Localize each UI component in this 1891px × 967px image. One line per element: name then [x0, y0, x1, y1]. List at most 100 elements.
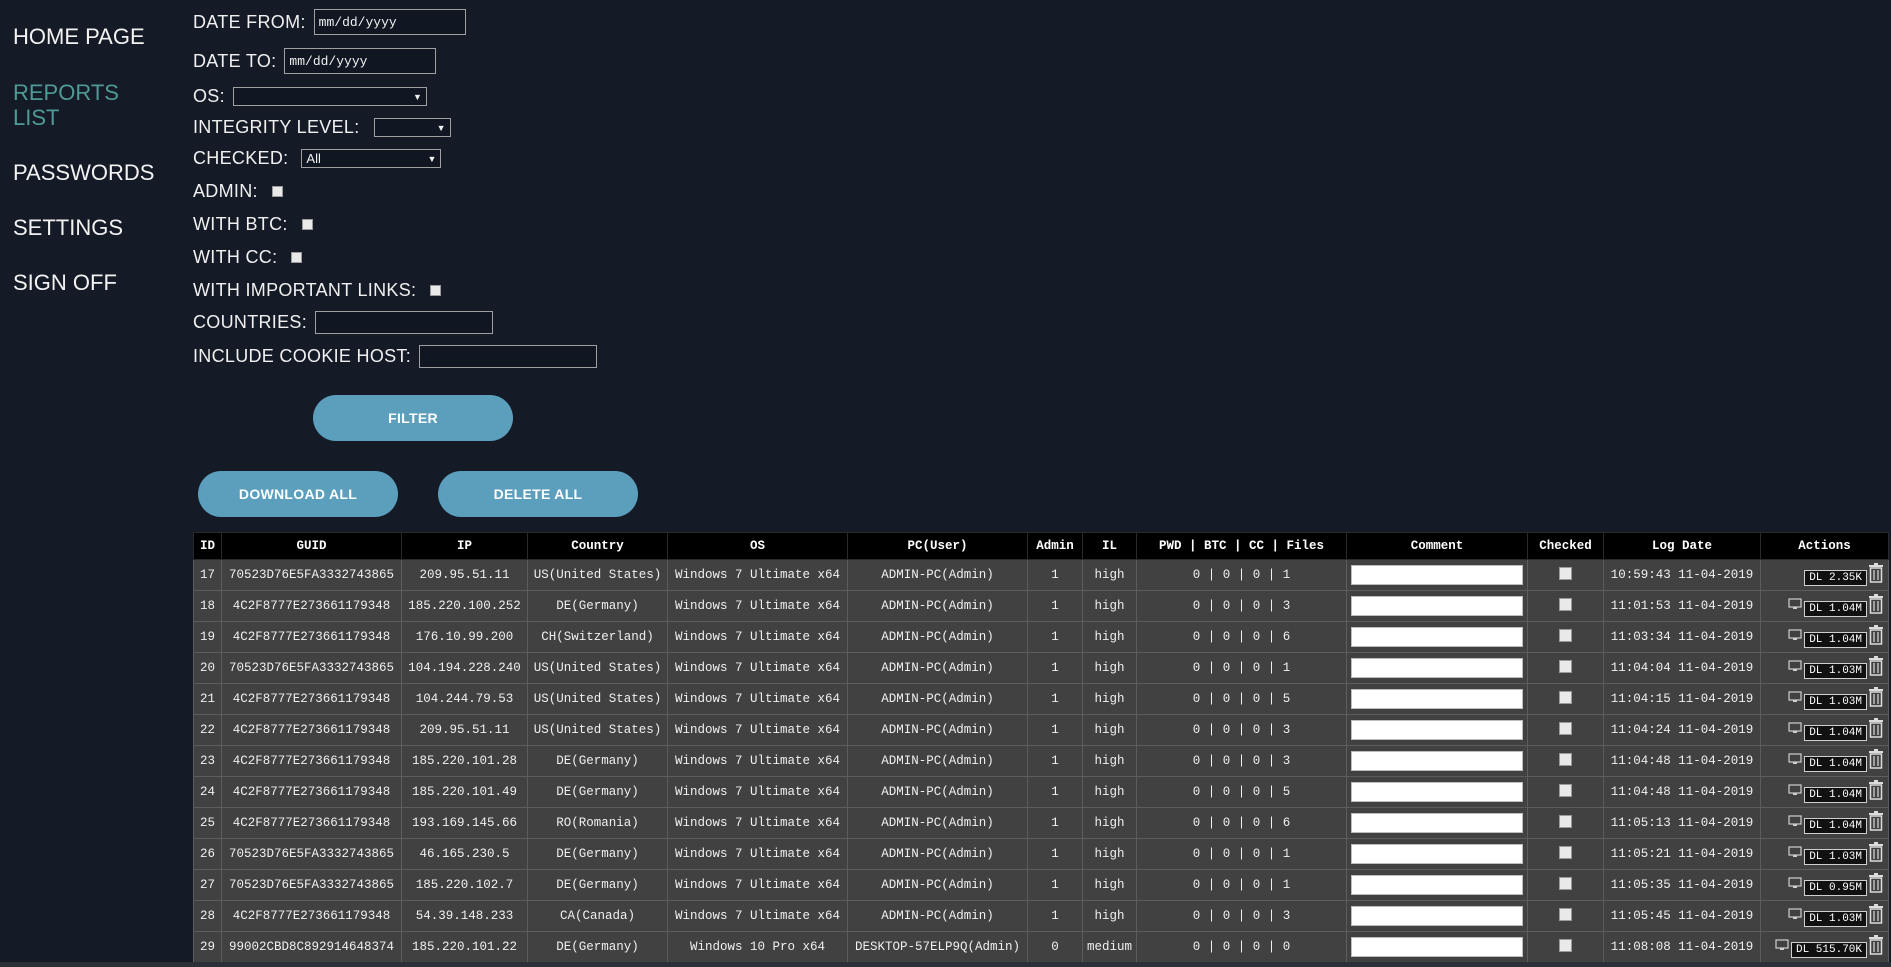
btc-checkbox[interactable]: [301, 219, 313, 230]
trash-icon[interactable]: [1868, 904, 1884, 928]
monitor-icon[interactable]: [1775, 939, 1789, 955]
table-row[interactable]: 21 4C2F8777E273661179348 104.244.79.53 US(U…: [193, 683, 1889, 715]
monitor-icon[interactable]: [1788, 598, 1802, 614]
download-button[interactable]: DL 1.04M: [1804, 725, 1867, 741]
comment-input[interactable]: [1351, 689, 1523, 709]
checked-checkbox[interactable]: [1559, 845, 1572, 859]
monitor-icon[interactable]: [1788, 753, 1802, 769]
column-header-actions[interactable]: Actions: [1760, 532, 1889, 560]
cookie-host-input[interactable]: [419, 345, 598, 368]
date-from-input[interactable]: mm/dd/yyyy: [313, 9, 466, 35]
table-row[interactable]: 27 70523D76E5FA3332743865 185.220.102.7 DE(…: [193, 869, 1889, 901]
comment-input[interactable]: [1351, 720, 1523, 740]
download-button[interactable]: DL 1.04M: [1804, 601, 1867, 617]
monitor-icon[interactable]: [1788, 846, 1802, 862]
column-header-il[interactable]: IL: [1082, 532, 1137, 560]
links-checkbox[interactable]: [430, 285, 442, 296]
table-row[interactable]: 29 99002CBD8C892914648374 185.220.101.22 DE…: [193, 931, 1889, 963]
column-header-ip[interactable]: IP: [401, 532, 528, 560]
trash-icon[interactable]: [1868, 625, 1884, 649]
admin-checkbox[interactable]: [271, 186, 283, 197]
monitor-icon[interactable]: [1788, 722, 1802, 738]
comment-input[interactable]: [1351, 596, 1523, 616]
column-header-id[interactable]: ID: [193, 532, 222, 560]
comment-input[interactable]: [1351, 782, 1523, 802]
table-row[interactable]: 24 4C2F8777E273661179348 185.220.101.49 DE(…: [193, 776, 1889, 808]
download-all-button[interactable]: DOWNLOAD ALL: [198, 471, 398, 517]
download-button[interactable]: DL 1.03M: [1804, 911, 1867, 927]
column-header-admin[interactable]: Admin: [1027, 532, 1083, 560]
trash-icon[interactable]: [1868, 811, 1884, 835]
delete-all-button[interactable]: DELETE ALL: [438, 471, 638, 517]
trash-icon[interactable]: [1868, 842, 1884, 866]
table-row[interactable]: 26 70523D76E5FA3332743865 46.165.230.5 DE(G…: [193, 838, 1889, 870]
monitor-icon[interactable]: [1788, 660, 1802, 676]
comment-input[interactable]: [1351, 875, 1523, 895]
download-button[interactable]: DL 1.03M: [1804, 694, 1867, 710]
monitor-icon[interactable]: [1788, 815, 1802, 831]
checked-checkbox[interactable]: [1559, 659, 1572, 673]
monitor-icon[interactable]: [1788, 877, 1802, 893]
comment-input[interactable]: [1351, 565, 1523, 585]
download-button[interactable]: DL 1.03M: [1804, 849, 1867, 865]
download-button[interactable]: DL 2.35K: [1804, 570, 1867, 586]
comment-input[interactable]: [1351, 813, 1523, 833]
nav-passwords[interactable]: PASSWORDS: [13, 160, 154, 185]
filter-button[interactable]: FILTER: [313, 395, 513, 441]
monitor-icon[interactable]: [1788, 908, 1802, 924]
nav-reports-list[interactable]: REPORTS LIST: [13, 80, 133, 130]
table-row[interactable]: 22 4C2F8777E273661179348 209.95.51.11 US(Un…: [193, 714, 1889, 746]
monitor-icon[interactable]: [1788, 629, 1802, 645]
column-header-os[interactable]: OS: [667, 532, 848, 560]
column-header-pc-user[interactable]: PC(User): [847, 532, 1028, 560]
table-row[interactable]: 18 4C2F8777E273661179348 185.220.100.252 DE…: [193, 590, 1889, 622]
comment-input[interactable]: [1351, 751, 1523, 771]
table-row[interactable]: 28 4C2F8777E273661179348 54.39.148.233 CA(C…: [193, 900, 1889, 932]
trash-icon[interactable]: [1868, 594, 1884, 618]
checked-checkbox[interactable]: [1559, 628, 1572, 642]
cc-checkbox[interactable]: [291, 252, 303, 263]
trash-icon[interactable]: [1868, 687, 1884, 711]
download-button[interactable]: DL 1.03M: [1804, 663, 1867, 679]
checked-checkbox[interactable]: [1559, 783, 1572, 797]
download-button[interactable]: DL 1.04M: [1804, 818, 1867, 834]
download-button[interactable]: DL 0.95M: [1804, 880, 1867, 896]
trash-icon[interactable]: [1868, 935, 1884, 959]
table-row[interactable]: 19 4C2F8777E273661179348 176.10.99.200 CH(S…: [193, 621, 1889, 653]
nav-settings[interactable]: SETTINGS: [13, 215, 123, 240]
checked-checkbox[interactable]: [1559, 814, 1572, 828]
integrity-select[interactable]: ▼: [373, 118, 451, 137]
table-row[interactable]: 20 70523D76E5FA3332743865 104.194.228.240 U…: [193, 652, 1889, 684]
column-header-guid[interactable]: GUID: [221, 532, 402, 560]
column-header-comment[interactable]: Comment: [1346, 532, 1528, 560]
comment-input[interactable]: [1351, 937, 1523, 957]
trash-icon[interactable]: [1868, 656, 1884, 680]
comment-input[interactable]: [1351, 906, 1523, 926]
os-select[interactable]: ▼: [232, 87, 427, 106]
date-to-input[interactable]: mm/dd/yyyy: [284, 48, 437, 74]
column-header-stats[interactable]: PWD | BTC | CC | Files: [1136, 532, 1347, 560]
comment-input[interactable]: [1351, 627, 1523, 647]
download-button[interactable]: DL 515.70K: [1790, 942, 1867, 958]
download-button[interactable]: DL 1.04M: [1804, 632, 1867, 648]
checked-checkbox[interactable]: [1559, 938, 1572, 952]
monitor-icon[interactable]: [1788, 784, 1802, 800]
checked-checkbox[interactable]: [1559, 566, 1572, 580]
checked-checkbox[interactable]: [1559, 721, 1572, 735]
trash-icon[interactable]: [1868, 749, 1884, 773]
checked-checkbox[interactable]: [1559, 690, 1572, 704]
column-header-checked[interactable]: Checked: [1527, 532, 1604, 560]
bottom-scrollbar[interactable]: [0, 962, 1891, 967]
column-header-log-date[interactable]: Log Date: [1603, 532, 1761, 560]
countries-input[interactable]: [315, 311, 494, 334]
trash-icon[interactable]: [1868, 563, 1884, 587]
table-row[interactable]: 25 4C2F8777E273661179348 193.169.145.66 RO(…: [193, 807, 1889, 839]
checked-select[interactable]: All ▼: [301, 149, 442, 168]
checked-checkbox[interactable]: [1559, 907, 1572, 921]
trash-icon[interactable]: [1868, 780, 1884, 804]
comment-input[interactable]: [1351, 658, 1523, 678]
table-row[interactable]: 23 4C2F8777E273661179348 185.220.101.28 DE(…: [193, 745, 1889, 777]
checked-checkbox[interactable]: [1559, 876, 1572, 890]
checked-checkbox[interactable]: [1559, 752, 1572, 766]
nav-home-page[interactable]: HOME PAGE: [13, 24, 145, 49]
